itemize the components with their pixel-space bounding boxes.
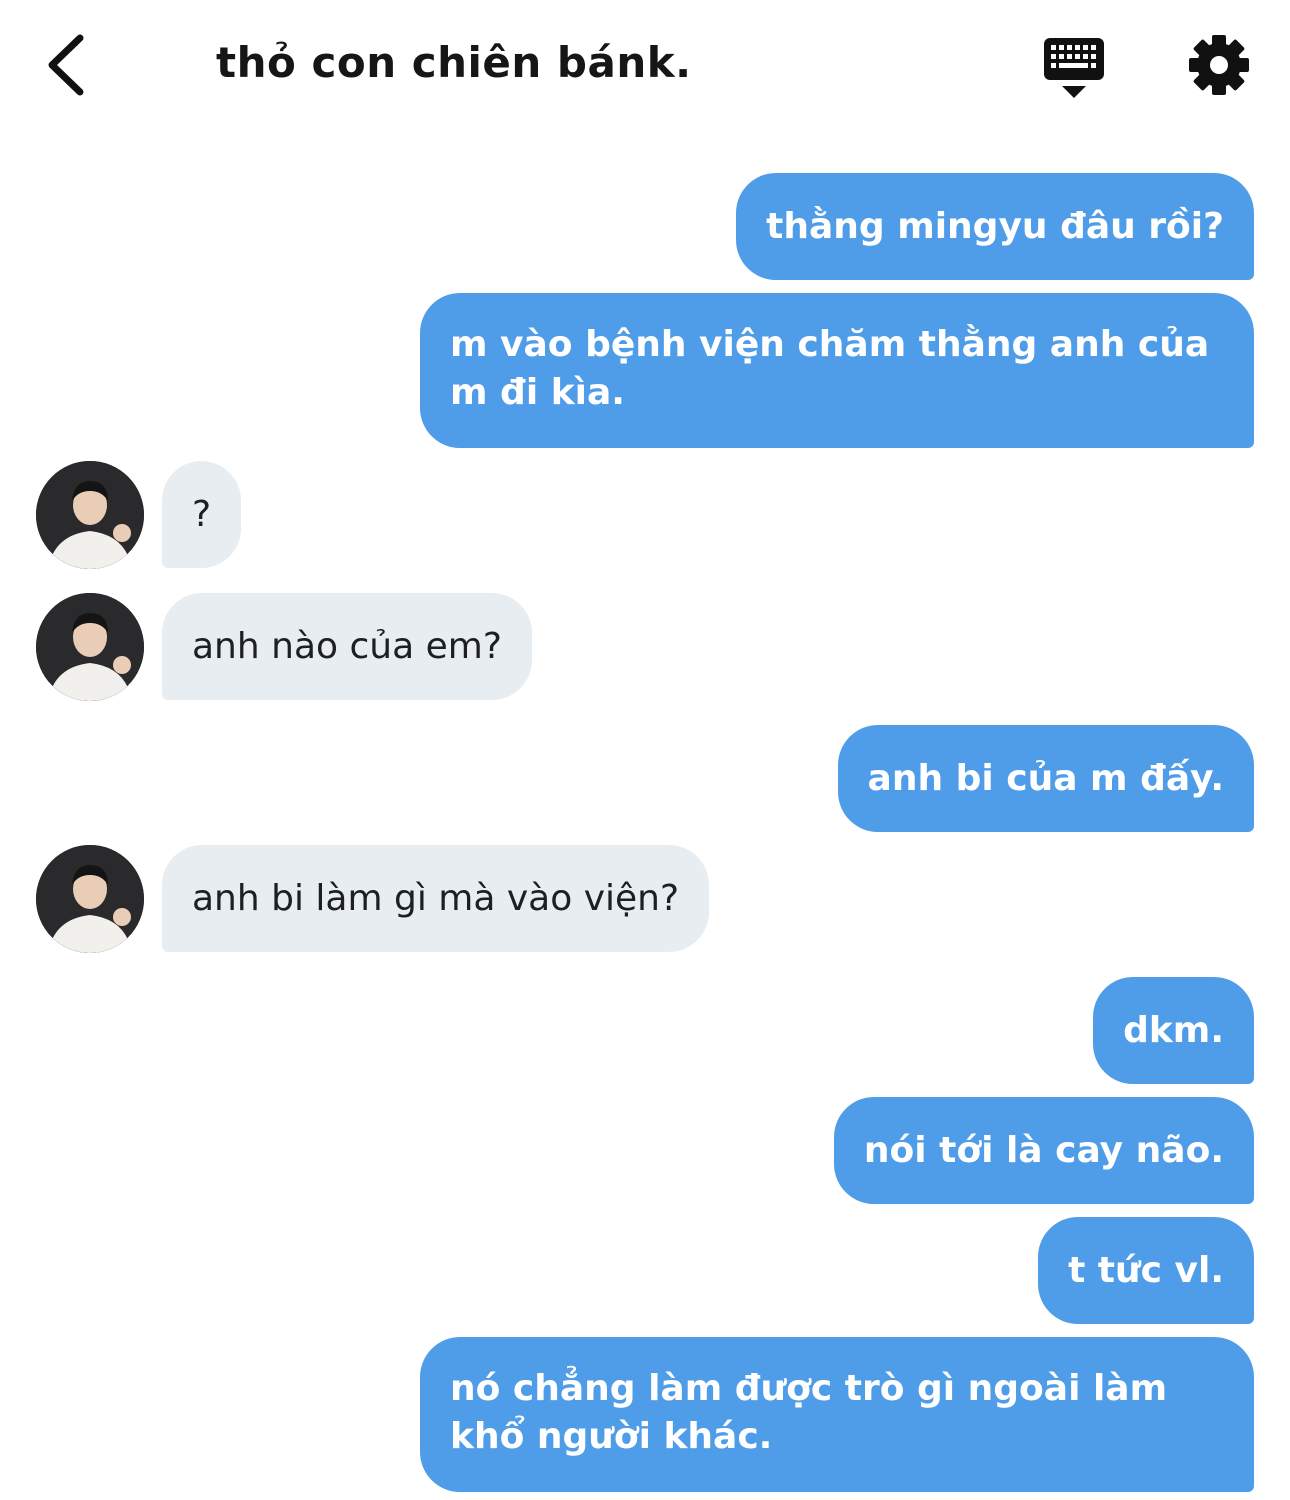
back-button[interactable] (38, 30, 98, 100)
outgoing-message[interactable]: nó chẳng làm được trò gì ngoài làm khổ n… (420, 1337, 1254, 1492)
keyboard-button[interactable] (1038, 32, 1110, 102)
outgoing-message[interactable]: nói tới là cay não. (833, 1097, 1254, 1204)
gear-icon (1189, 35, 1249, 95)
incoming-message[interactable]: ? (162, 461, 242, 568)
outgoing-message[interactable]: dkm. (1093, 977, 1254, 1084)
incoming-message[interactable]: anh bi làm gì mà vào viện? (162, 845, 710, 952)
outgoing-message[interactable]: anh bi của m đấy. (837, 725, 1254, 832)
chat-screen: thỏ con chiên bánk. thằng mingyu đâu rồi… (0, 0, 1290, 1500)
outgoing-message[interactable]: thằng mingyu đâu rồi? (736, 173, 1254, 280)
outgoing-message[interactable]: t tức vl. (1038, 1217, 1254, 1324)
keyboard-icon (1044, 38, 1104, 98)
settings-button[interactable] (1184, 30, 1254, 100)
outgoing-message[interactable]: m vào bệnh viện chăm thằng anh của m đi … (420, 293, 1254, 448)
avatar[interactable] (36, 461, 144, 569)
avatar[interactable] (36, 845, 144, 953)
chat-header: thỏ con chiên bánk. (0, 0, 1290, 130)
incoming-message[interactable]: anh nào của em? (162, 593, 532, 700)
chevron-left-icon (48, 34, 84, 96)
avatar[interactable] (36, 593, 144, 701)
chat-title: thỏ con chiên bánk. (216, 38, 692, 87)
